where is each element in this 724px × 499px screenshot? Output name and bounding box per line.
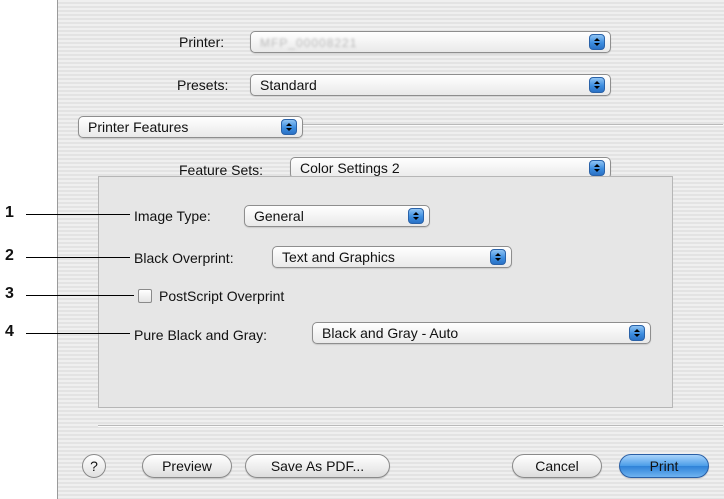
cancel-button[interactable]: Cancel bbox=[512, 454, 602, 478]
callout-line bbox=[57, 257, 130, 258]
callout-number: 3 bbox=[5, 285, 14, 302]
presets-select[interactable]: Standard bbox=[250, 74, 611, 96]
callout-line bbox=[57, 214, 130, 215]
callout-number: 4 bbox=[5, 323, 14, 340]
image-type-value: General bbox=[254, 208, 304, 224]
black-overprint-value: Text and Graphics bbox=[282, 249, 395, 265]
popup-arrows-icon bbox=[490, 249, 506, 265]
pure-black-gray-label: Pure Black and Gray: bbox=[134, 327, 268, 343]
panel-select[interactable]: Printer Features bbox=[78, 116, 303, 138]
panel-select-value: Printer Features bbox=[88, 119, 189, 135]
help-button[interactable]: ? bbox=[82, 454, 106, 478]
pure-black-gray-value: Black and Gray - Auto bbox=[322, 325, 459, 341]
print-button[interactable]: Print bbox=[619, 454, 709, 478]
printer-label: Printer: bbox=[179, 34, 225, 50]
callout-line bbox=[26, 257, 57, 258]
image-type-select[interactable]: General bbox=[244, 205, 430, 227]
popup-arrows-icon bbox=[408, 208, 424, 224]
callout-line bbox=[26, 295, 57, 296]
callout-line bbox=[26, 333, 57, 334]
callout-number: 2 bbox=[5, 247, 14, 264]
image-type-label: Image Type: bbox=[134, 208, 211, 224]
postscript-overprint-checkbox[interactable] bbox=[138, 289, 152, 303]
feature-sets-value: Color Settings 2 bbox=[300, 160, 400, 176]
presets-label: Presets: bbox=[177, 77, 229, 93]
popup-arrows-icon bbox=[589, 34, 605, 50]
printer-name: MFP_00008221 bbox=[260, 36, 358, 50]
preview-button[interactable]: Preview bbox=[142, 454, 232, 478]
separator bbox=[98, 425, 723, 427]
popup-arrows-icon bbox=[589, 77, 605, 93]
printer-select[interactable]: MFP_00008221 bbox=[250, 31, 611, 53]
callout-line bbox=[57, 333, 130, 334]
black-overprint-select[interactable]: Text and Graphics bbox=[272, 246, 512, 268]
postscript-overprint-label: PostScript Overprint bbox=[159, 288, 285, 304]
separator bbox=[303, 124, 723, 126]
popup-arrows-icon bbox=[589, 160, 605, 176]
print-dialog: Printer: MFP_00008221 Presets: Standard … bbox=[57, 0, 724, 499]
popup-arrows-icon bbox=[629, 325, 645, 341]
callout-line bbox=[26, 214, 57, 215]
callout-line bbox=[57, 295, 134, 296]
black-overprint-label: Black Overprint: bbox=[134, 250, 234, 266]
save-as-pdf-button[interactable]: Save As PDF... bbox=[245, 454, 390, 478]
popup-arrows-icon bbox=[281, 119, 297, 135]
callout-number: 1 bbox=[5, 204, 14, 221]
pure-black-gray-select[interactable]: Black and Gray - Auto bbox=[312, 322, 651, 344]
presets-value: Standard bbox=[260, 77, 317, 93]
